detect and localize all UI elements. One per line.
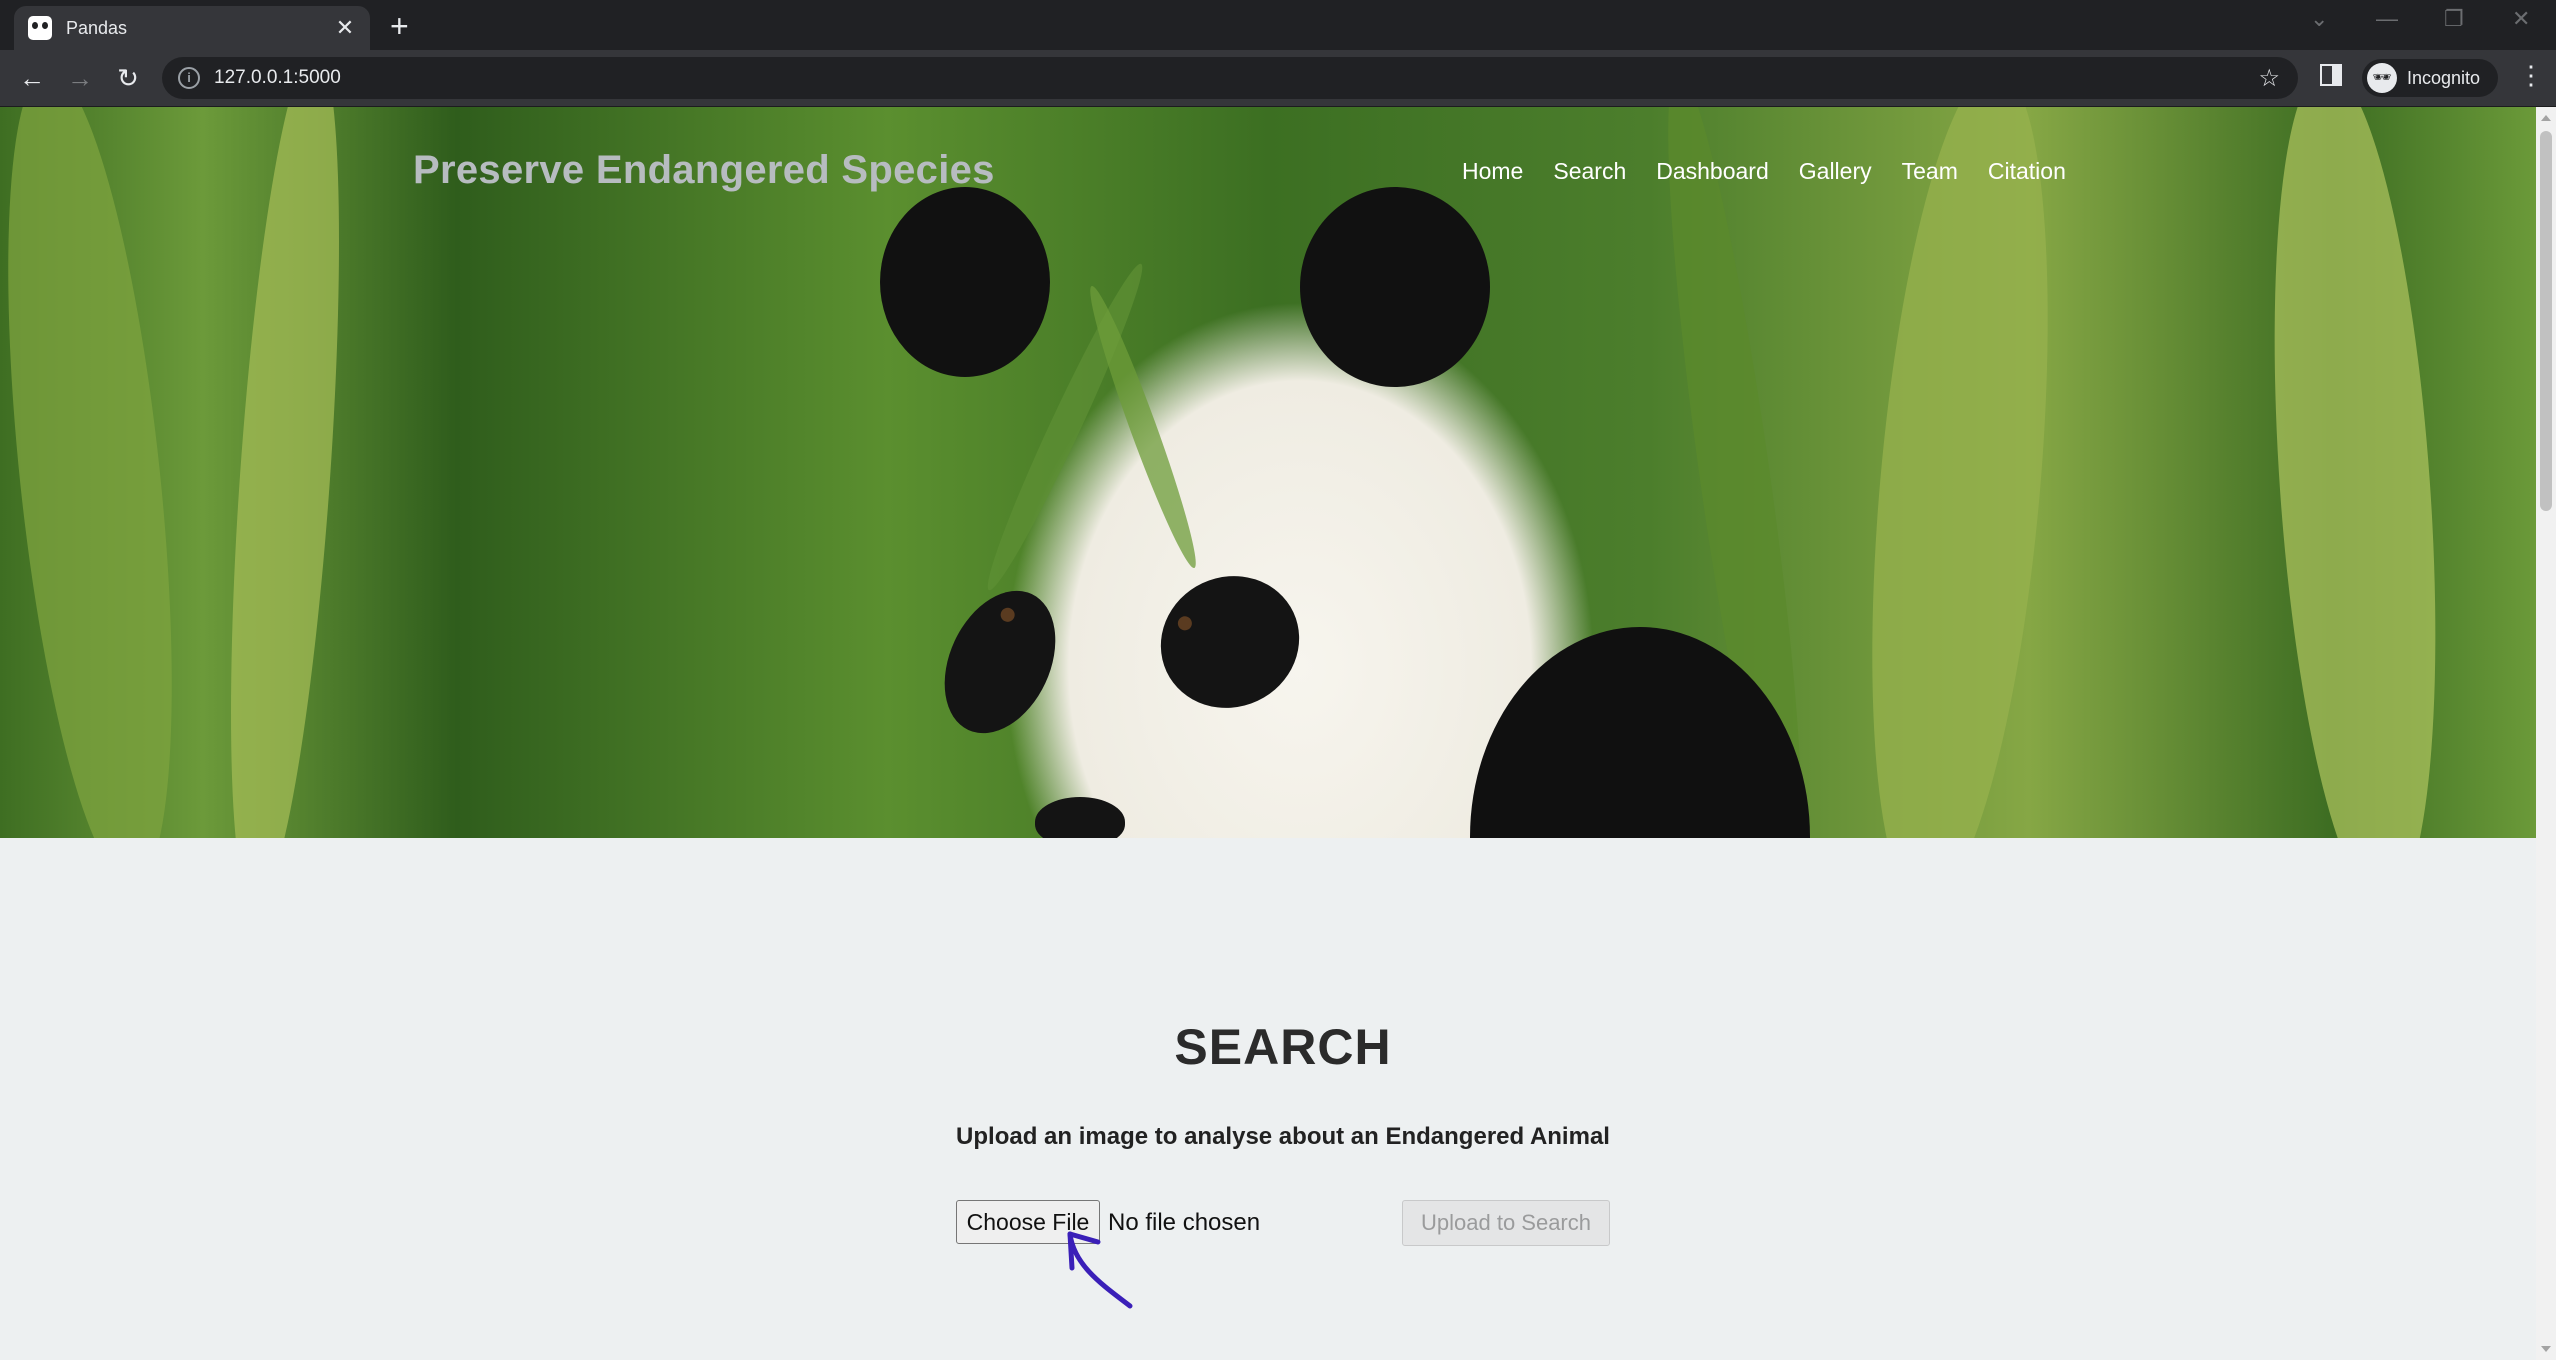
incognito-profile-button[interactable]: 🕶 Incognito xyxy=(2362,59,2498,97)
browser-toolbar: ← → ↻ i 127.0.0.1:5000 ☆ xyxy=(0,50,2556,107)
bookmark-star-icon[interactable]: ☆ xyxy=(2258,64,2280,93)
incognito-icon: 🕶 xyxy=(2367,63,2397,93)
tab-close-icon[interactable]: ✕ xyxy=(330,15,360,41)
site-info-icon[interactable]: i xyxy=(178,67,200,89)
url-text[interactable]: 127.0.0.1:5000 xyxy=(214,67,341,89)
scroll-down-icon[interactable] xyxy=(2541,1346,2551,1352)
new-tab-icon[interactable]: + xyxy=(390,8,409,45)
restore-icon[interactable]: ❐ xyxy=(2444,6,2464,32)
page-scrollbar[interactable] xyxy=(2536,107,2556,1360)
incognito-label: Incognito xyxy=(2407,67,2481,88)
minimize-icon[interactable]: — xyxy=(2376,6,2398,32)
site-nav: Home Search Dashboard Gallery Team Citat… xyxy=(1462,158,2096,185)
forward-icon[interactable]: → xyxy=(62,60,98,96)
nav-search[interactable]: Search xyxy=(1553,158,1626,185)
annotation-arrow-icon xyxy=(1067,1231,1133,1309)
hero-panda-image xyxy=(0,107,2536,838)
search-section xyxy=(0,838,2536,1360)
nav-team[interactable]: Team xyxy=(1902,158,1958,185)
nav-gallery[interactable]: Gallery xyxy=(1799,158,1872,185)
scroll-up-icon[interactable] xyxy=(2541,115,2551,121)
address-bar[interactable]: i 127.0.0.1:5000 ☆ xyxy=(162,57,2298,99)
search-subtitle: Upload an image to analyse about an Enda… xyxy=(956,1123,1610,1150)
site-brand-title[interactable]: Preserve Endangered Species xyxy=(413,148,995,193)
reload-icon[interactable]: ↻ xyxy=(110,60,146,96)
browser-tab-strip: Pandas ✕ + ⌄ — ❐ ✕ xyxy=(0,0,2556,50)
scroll-thumb[interactable] xyxy=(2540,131,2552,511)
nav-citation[interactable]: Citation xyxy=(1988,158,2066,185)
tab-title: Pandas xyxy=(66,17,128,38)
nav-dashboard[interactable]: Dashboard xyxy=(1656,158,1769,185)
browser-menu-icon[interactable]: ⋮ xyxy=(2518,60,2544,91)
window-close-icon[interactable]: ✕ xyxy=(2512,6,2530,32)
browser-tab[interactable]: Pandas ✕ xyxy=(14,6,370,50)
tab-search-icon[interactable]: ⌄ xyxy=(2310,6,2328,32)
nav-home[interactable]: Home xyxy=(1462,158,1523,185)
side-panel-icon[interactable] xyxy=(2320,64,2342,86)
back-icon[interactable]: ← xyxy=(14,60,50,96)
search-heading: SEARCH xyxy=(1174,1019,1392,1075)
upload-to-search-button[interactable]: Upload to Search xyxy=(1402,1200,1610,1246)
panda-favicon-icon xyxy=(28,16,52,40)
